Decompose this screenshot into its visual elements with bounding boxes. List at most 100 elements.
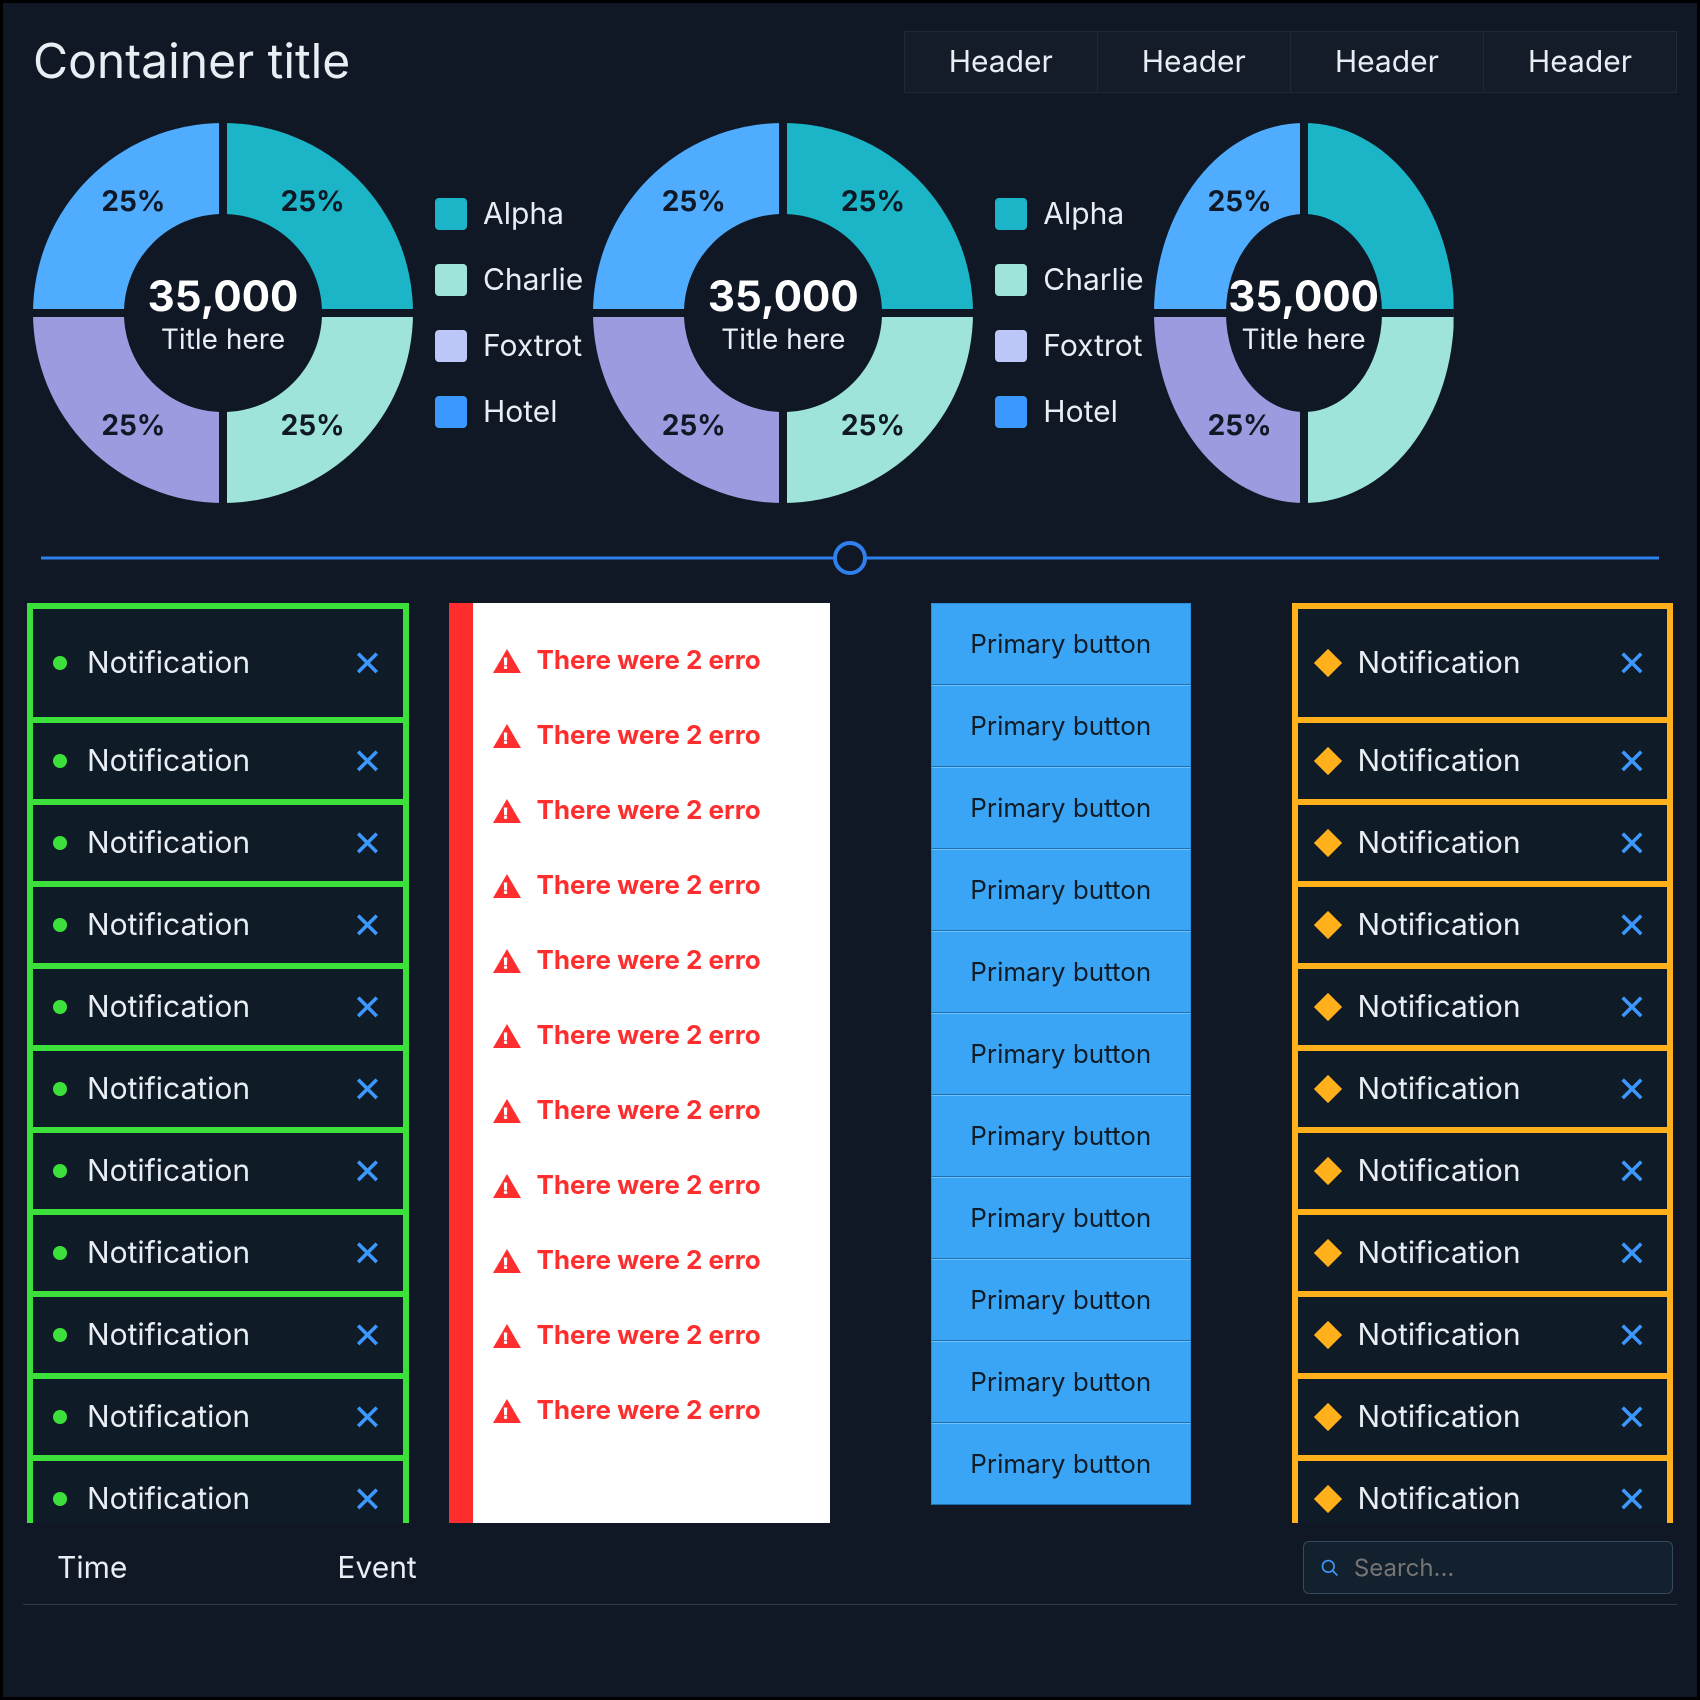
error-item[interactable]: There were 2 erro (473, 1298, 831, 1373)
primary-button[interactable]: Primary button (931, 1423, 1191, 1505)
notification[interactable]: Notification✕ (1298, 1297, 1668, 1373)
notification[interactable]: Notification✕ (33, 1133, 403, 1209)
primary-button[interactable]: Primary button (931, 767, 1191, 849)
error-item[interactable]: There were 2 erro (473, 848, 831, 923)
primary-button[interactable]: Primary button (931, 1095, 1191, 1177)
primary-button[interactable]: Primary button (931, 685, 1191, 767)
close-icon[interactable]: ✕ (352, 821, 382, 865)
error-item[interactable]: There were 2 erro (473, 923, 831, 998)
primary-button[interactable]: Primary button (931, 1341, 1191, 1423)
close-icon[interactable]: ✕ (1617, 985, 1647, 1029)
search-input[interactable] (1352, 1552, 1656, 1583)
close-icon[interactable]: ✕ (352, 739, 382, 783)
error-item[interactable]: There were 2 erro (473, 1073, 831, 1148)
close-icon[interactable]: ✕ (1617, 641, 1647, 685)
notification[interactable]: Notification✕ (1298, 887, 1668, 963)
slice-label: 25% (662, 408, 726, 442)
container-title: Container title (33, 31, 350, 90)
tab[interactable]: Header (1290, 32, 1483, 92)
notification[interactable]: Notification✕ (33, 1215, 403, 1291)
warning-icon (493, 1249, 521, 1273)
notification[interactable]: Notification✕ (33, 1051, 403, 1127)
warning-icon (493, 1399, 521, 1423)
legend-item[interactable]: Charlie (435, 262, 583, 298)
error-item[interactable]: There were 2 erro (473, 1223, 831, 1298)
notification[interactable]: Notification✕ (33, 723, 403, 799)
notification[interactable]: Notification✕ (33, 1297, 403, 1373)
tab[interactable]: Header (1483, 32, 1676, 92)
notification[interactable]: Notification✕ (33, 887, 403, 963)
close-icon[interactable]: ✕ (352, 1149, 382, 1193)
notification[interactable]: Notification✕ (1298, 609, 1668, 717)
notification[interactable]: Notification✕ (1298, 1215, 1668, 1291)
notification[interactable]: Notification✕ (1298, 1461, 1668, 1523)
notification[interactable]: Notification✕ (33, 609, 403, 717)
tab[interactable]: Header (1097, 32, 1290, 92)
swatch-icon (995, 330, 1027, 362)
close-icon[interactable]: ✕ (1617, 1477, 1647, 1521)
error-item[interactable]: There were 2 erro (473, 773, 831, 848)
notification[interactable]: Notification✕ (33, 805, 403, 881)
status-dot-icon (53, 656, 67, 670)
diamond-icon (1313, 829, 1341, 857)
close-icon[interactable]: ✕ (1617, 903, 1647, 947)
legend-item[interactable]: Hotel (435, 394, 583, 430)
notification[interactable]: Notification✕ (33, 1379, 403, 1455)
notification[interactable]: Notification✕ (1298, 805, 1668, 881)
legend-item[interactable]: Hotel (995, 394, 1143, 430)
close-icon[interactable]: ✕ (1617, 1149, 1647, 1193)
close-icon[interactable]: ✕ (352, 1067, 382, 1111)
close-icon[interactable]: ✕ (352, 641, 382, 685)
legend-item[interactable]: Alpha (995, 196, 1143, 232)
donut-combo: 25% 25% 35,000 Title here (1154, 123, 1454, 503)
close-icon[interactable]: ✕ (1617, 821, 1647, 865)
primary-button[interactable]: Primary button (931, 931, 1191, 1013)
primary-button[interactable]: Primary button (931, 849, 1191, 931)
diamond-icon (1313, 1157, 1341, 1185)
notification[interactable]: Notification✕ (1298, 1051, 1668, 1127)
primary-button[interactable]: Primary button (931, 1013, 1191, 1095)
close-icon[interactable]: ✕ (352, 1231, 382, 1275)
primary-button[interactable]: Primary button (931, 1177, 1191, 1259)
slider-thumb[interactable] (833, 541, 867, 575)
column-header-time[interactable]: Time (57, 1550, 127, 1586)
column-header-event[interactable]: Event (337, 1550, 416, 1586)
close-icon[interactable]: ✕ (352, 903, 382, 947)
notification[interactable]: Notification✕ (1298, 969, 1668, 1045)
swatch-icon (435, 264, 467, 296)
close-icon[interactable]: ✕ (1617, 1231, 1647, 1275)
legend: Alpha Charlie Foxtrot Hotel (435, 196, 583, 430)
search-box[interactable] (1303, 1541, 1673, 1594)
legend-item[interactable]: Charlie (995, 262, 1143, 298)
donut-center-title: Title here (161, 322, 285, 356)
error-item[interactable]: There were 2 erro (473, 698, 831, 773)
close-icon[interactable]: ✕ (1617, 739, 1647, 783)
notification[interactable]: Notification✕ (33, 969, 403, 1045)
error-item[interactable]: There were 2 erro (473, 998, 831, 1073)
donut-combo: 25% 25% 25% 25% 35,000 Title here Alpha … (33, 123, 583, 503)
close-icon[interactable]: ✕ (352, 1477, 382, 1521)
notification[interactable]: Notification✕ (33, 1461, 403, 1523)
close-icon[interactable]: ✕ (352, 985, 382, 1029)
range-slider[interactable] (41, 533, 1659, 583)
primary-button[interactable]: Primary button (931, 603, 1191, 685)
close-icon[interactable]: ✕ (352, 1313, 382, 1357)
status-dot-icon (53, 918, 67, 932)
close-icon[interactable]: ✕ (1617, 1395, 1647, 1439)
legend-item[interactable]: Foxtrot (435, 328, 583, 364)
primary-button[interactable]: Primary button (931, 1259, 1191, 1341)
tab[interactable]: Header (905, 32, 1097, 92)
notification[interactable]: Notification✕ (1298, 1133, 1668, 1209)
notification[interactable]: Notification✕ (1298, 1379, 1668, 1455)
close-icon[interactable]: ✕ (1617, 1067, 1647, 1111)
close-icon[interactable]: ✕ (1617, 1313, 1647, 1357)
donut-center-value: 35,000 (148, 271, 299, 322)
close-icon[interactable]: ✕ (352, 1395, 382, 1439)
notification[interactable]: Notification✕ (1298, 723, 1668, 799)
status-dot-icon (53, 1246, 67, 1260)
error-item[interactable]: There were 2 erro (473, 1373, 831, 1448)
legend-item[interactable]: Foxtrot (995, 328, 1143, 364)
legend-item[interactable]: Alpha (435, 196, 583, 232)
error-item[interactable]: There were 2 erro (473, 623, 831, 698)
error-item[interactable]: There were 2 erro (473, 1148, 831, 1223)
